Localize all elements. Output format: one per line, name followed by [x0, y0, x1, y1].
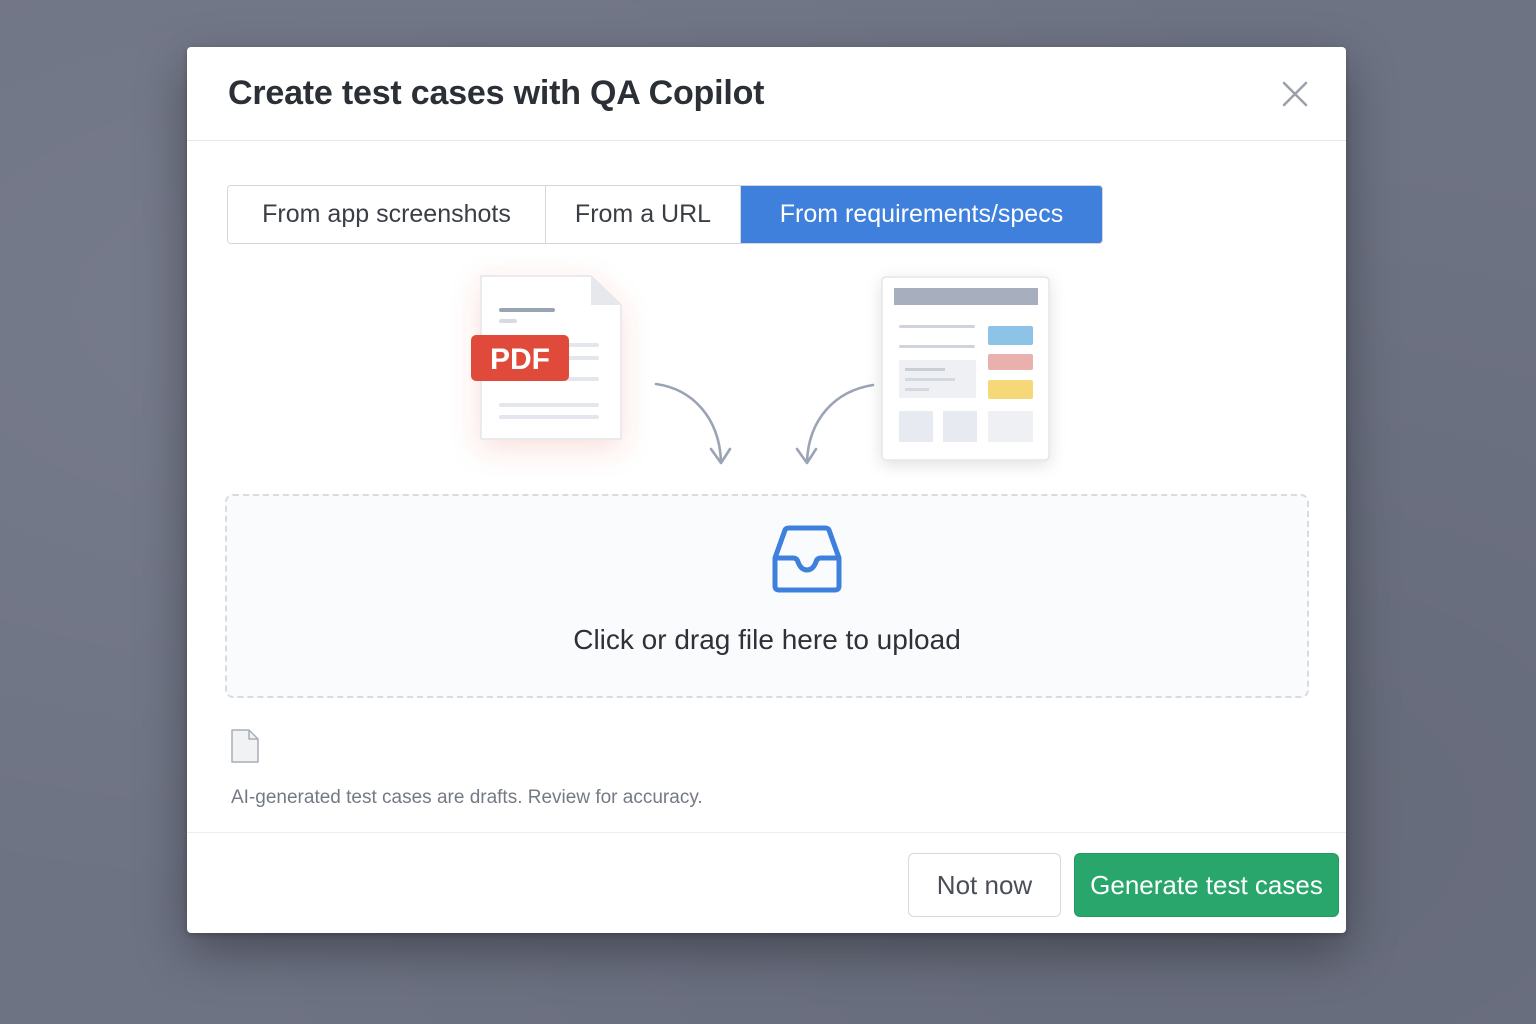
create-test-cases-dialog: Create test cases with QA Copilot From a… [187, 47, 1346, 933]
spec-page-icon [881, 276, 1050, 461]
generate-test-cases-button[interactable]: Generate test cases [1074, 853, 1339, 917]
ai-disclaimer: AI-generated test cases are drafts. Revi… [231, 787, 703, 808]
dialog-title: Create test cases with QA Copilot [228, 74, 765, 112]
close-icon [1282, 81, 1308, 107]
tab-requirements-specs[interactable]: From requirements/specs [741, 186, 1102, 243]
tab-url[interactable]: From a URL [546, 186, 741, 243]
dropzone-text: Click or drag file here to upload [573, 624, 961, 655]
not-now-button[interactable]: Not now [908, 853, 1061, 917]
file-dropzone[interactable]: Click or drag file here to upload [225, 494, 1309, 698]
dialog-header: Create test cases with QA Copilot [187, 47, 1346, 141]
pdf-document-icon: PDF [471, 275, 622, 440]
close-button[interactable] [1278, 77, 1312, 111]
dialog-footer: Not now Generate test cases [187, 832, 1346, 933]
pdf-badge: PDF [490, 343, 550, 376]
inbox-icon [772, 525, 842, 593]
curved-arrow-icon [654, 382, 875, 465]
file-icon [231, 729, 259, 763]
source-tabs: From app screenshots From a URL From req… [227, 185, 1103, 244]
tab-app-screenshots[interactable]: From app screenshots [228, 186, 546, 243]
